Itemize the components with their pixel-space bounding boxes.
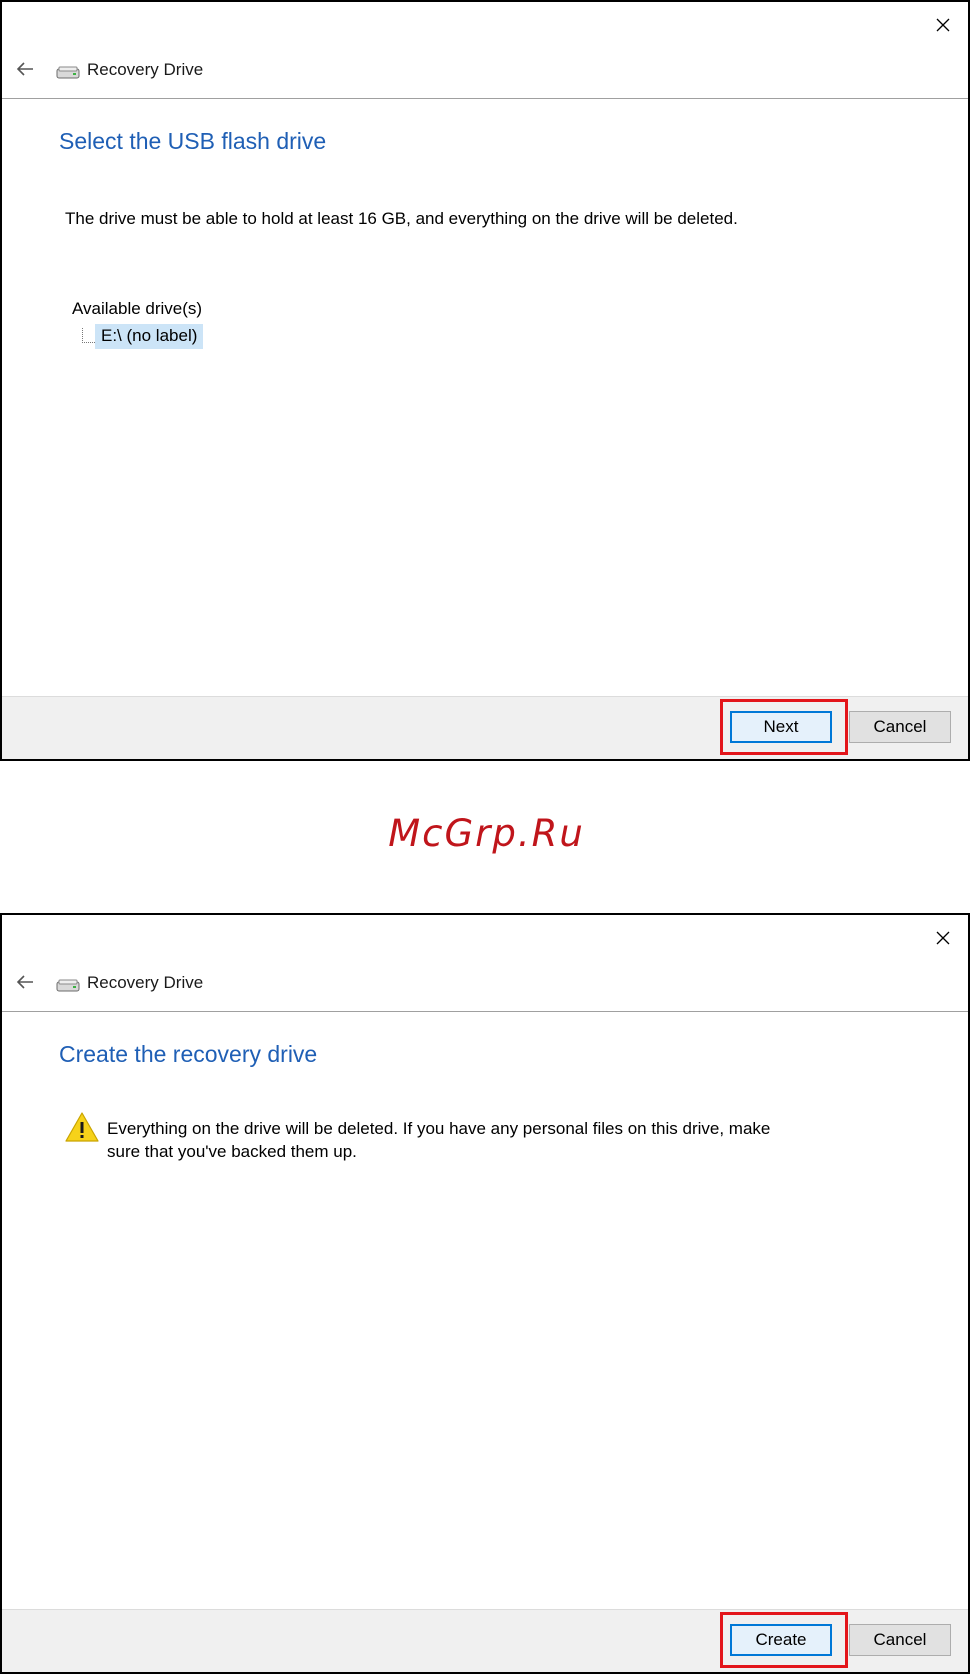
title-bar: Recovery Drive: [2, 959, 968, 1012]
window-title: Recovery Drive: [87, 60, 204, 79]
title-bar: Recovery Drive: [2, 46, 968, 99]
page: Recovery Drive Select the USB flash driv…: [0, 0, 973, 1678]
recovery-drive-window-create: Recovery Drive Create the recovery drive…: [0, 913, 970, 1674]
cancel-button[interactable]: Cancel: [849, 711, 951, 743]
drive-icon: [56, 979, 80, 992]
page-heading: Select the USB flash drive: [59, 128, 327, 154]
back-arrow-icon: [16, 975, 33, 989]
close-button[interactable]: [930, 925, 956, 951]
close-button[interactable]: [930, 12, 956, 38]
drive-list-item-e[interactable]: E:\ (no label): [95, 324, 204, 349]
drive-icon: [56, 66, 80, 79]
tree-connector: [82, 328, 95, 343]
warning-icon: [65, 1112, 99, 1142]
instruction-text: The drive must be able to hold at least …: [65, 209, 738, 228]
close-icon: [936, 18, 950, 32]
warning-line: Everything on the drive will be deleted.…: [107, 1119, 771, 1138]
create-button[interactable]: Create: [730, 1624, 832, 1656]
cancel-button[interactable]: Cancel: [849, 1624, 951, 1656]
warning-message: Everything on the drive will be deleted.…: [107, 1117, 827, 1163]
button-bar: Next Cancel: [2, 696, 968, 759]
back-button[interactable]: [12, 56, 38, 82]
warning-line: sure that you've backed them up.: [107, 1142, 357, 1161]
back-arrow-icon: [16, 62, 33, 76]
close-icon: [936, 931, 950, 945]
window-title: Recovery Drive: [87, 973, 204, 992]
next-button[interactable]: Next: [730, 711, 832, 743]
available-drives-label: Available drive(s): [72, 299, 203, 318]
back-button[interactable]: [12, 969, 38, 995]
button-bar: Create Cancel: [2, 1609, 968, 1672]
recovery-drive-window-select: Recovery Drive Select the USB flash driv…: [0, 0, 970, 761]
page-heading: Create the recovery drive: [59, 1041, 318, 1067]
watermark-text: McGrp.Ru: [388, 812, 585, 855]
